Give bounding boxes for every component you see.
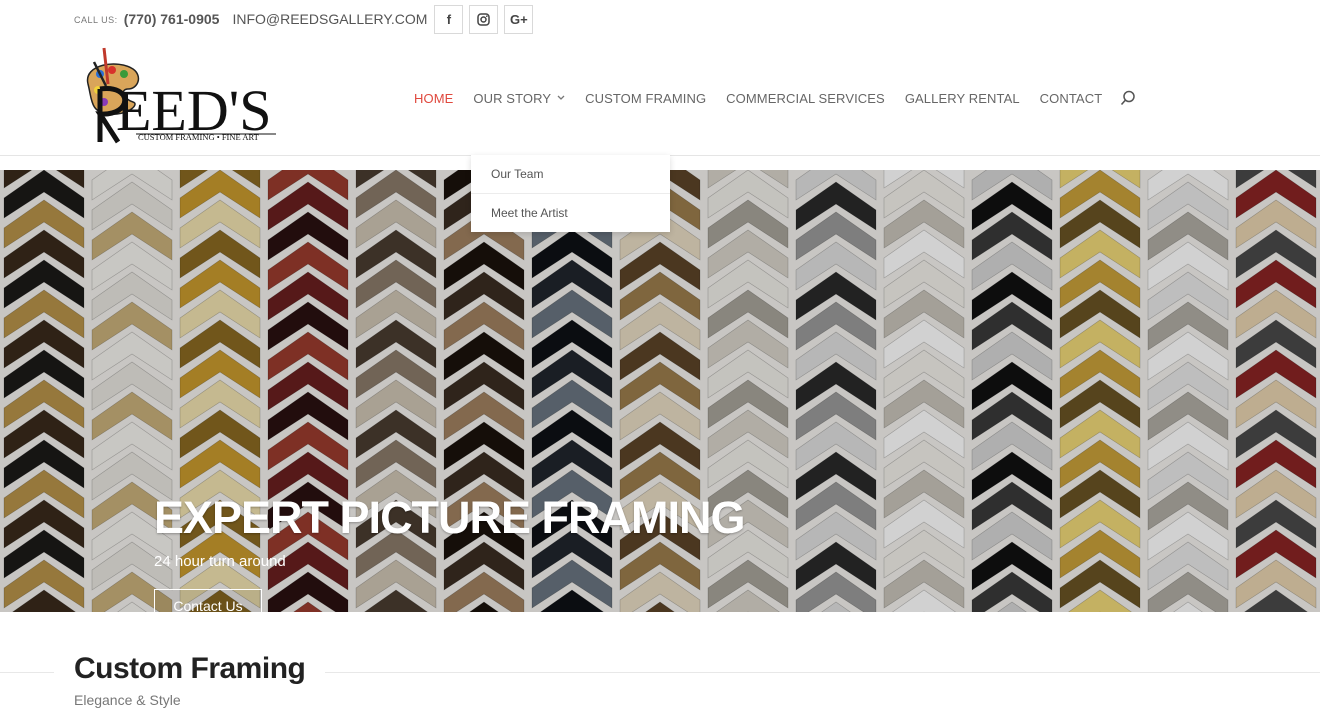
nav-label: CUSTOM FRAMING [585,90,707,106]
section-title-wrap: Custom Framing [54,652,326,686]
hero-overlay [0,170,1320,612]
instagram-icon[interactable] [469,4,499,34]
nav-label: GALLERY RENTAL [904,90,1020,106]
nav-label: OUR STORY [473,90,552,106]
hero-subtitle: 24 hour turn around [154,553,286,570]
facebook-icon[interactable]: f [434,4,464,34]
nav-label: HOME [414,90,454,106]
nav-item-contact[interactable]: CONTACT [1040,91,1103,106]
phone-number[interactable]: (770) 761-0905 [124,11,220,27]
google-plus-icon[interactable]: G+ [504,4,534,34]
main-navigation: HOME OUR STORY CUSTOM FRAMING COMMERCIAL… [414,88,1136,108]
nav-item-commercial-services[interactable]: COMMERCIAL SERVICES [726,91,885,106]
email-link[interactable]: INFO@REEDSGALLERY.COM [232,11,427,27]
nav-item-gallery-rental[interactable]: GALLERY RENTAL [905,91,1020,106]
top-contact-bar: CALL US: (770) 761-0905 INFO@REEDSGALLER… [74,4,539,34]
nav-item-our-story[interactable]: OUR STORY [473,91,565,106]
section-subtitle: Elegance & Style [74,692,181,708]
nav-item-home[interactable]: HOME [414,91,453,106]
site-logo[interactable]: EED'S CUSTOM FRAMING • FINE ART [78,44,282,154]
dropdown-item-meet-the-artist[interactable]: Meet the Artist [471,193,670,231]
chevron-down-icon [557,95,565,100]
dropdown-item-our-team[interactable]: Our Team [471,155,670,193]
nav-label: COMMERCIAL SERVICES [726,90,885,106]
section-title: Custom Framing [74,652,306,685]
contact-us-button[interactable]: Contact Us [154,589,262,612]
logo-tagline: CUSTOM FRAMING • FINE ART [138,132,260,142]
our-story-dropdown: Our Team Meet the Artist [471,155,670,232]
call-us-label: CALL US: [74,15,118,25]
nav-label: CONTACT [1039,90,1103,106]
hero-banner: EXPERT PICTURE FRAMING 24 hour turn arou… [0,170,1320,612]
search-icon[interactable] [1120,90,1136,106]
nav-item-custom-framing[interactable]: CUSTOM FRAMING [585,91,706,106]
frame-samples-background [0,170,1320,612]
hero-title: EXPERT PICTURE FRAMING [154,492,746,543]
